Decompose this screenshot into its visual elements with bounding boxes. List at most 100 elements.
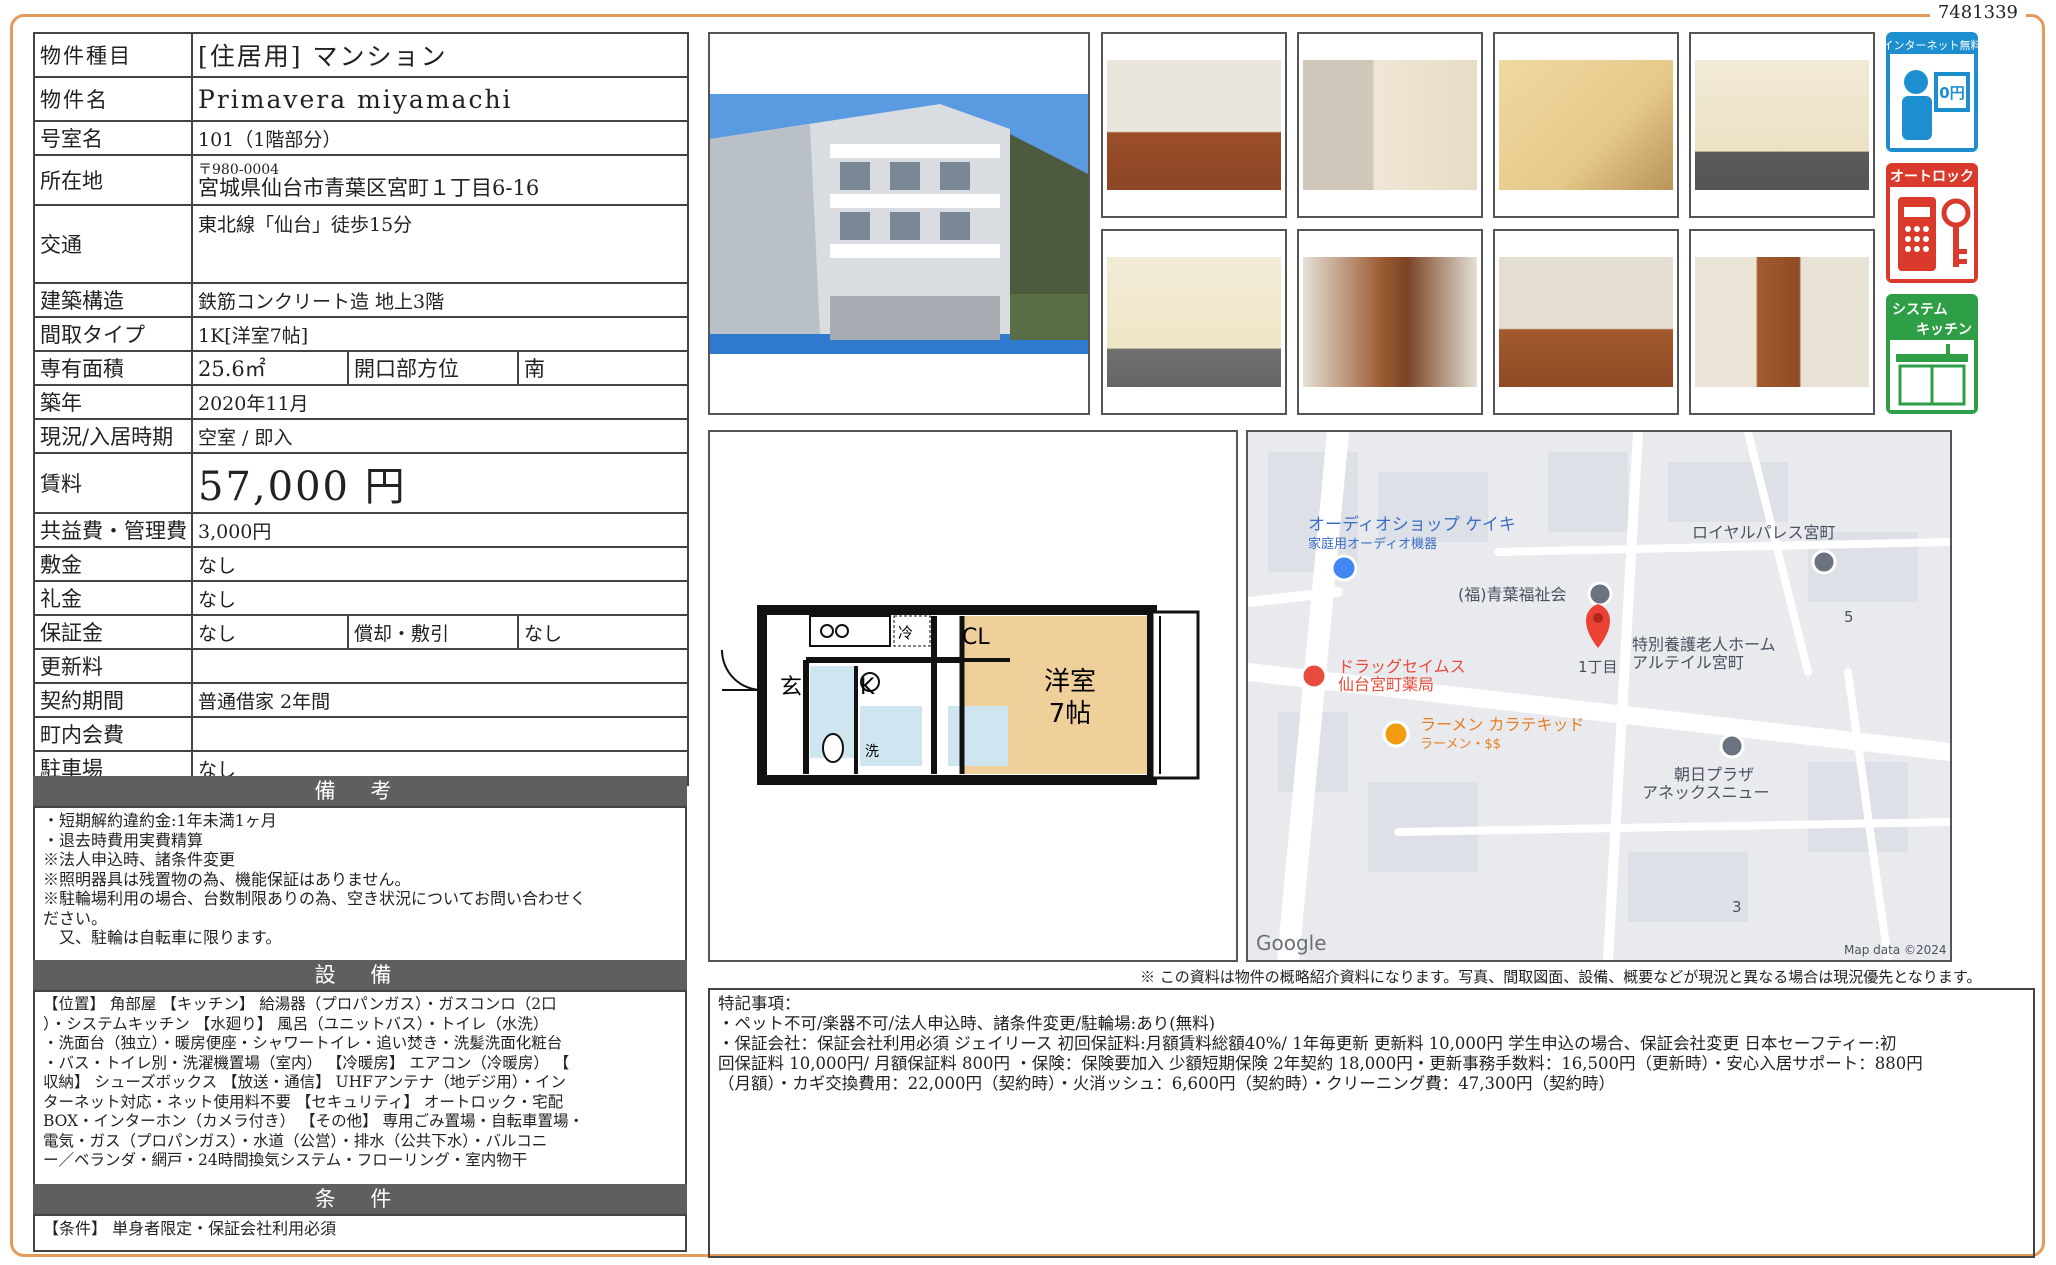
remarks-line: ・短期解約違約金:1年未満1ヶ月	[43, 811, 277, 830]
guarantee-value: なし	[191, 614, 349, 650]
map-attribution: Map data ©2024	[1844, 943, 1947, 957]
special-notes-line: ・保証会社：保証会社利用必須 ジェイリース 初回保証料:月額賃料総額40%/ 1…	[718, 1034, 1897, 1053]
equipment-line: ・バス・トイレ別・洗濯機置場（室内） 【冷暖房】 エアコン（冷暖房） 【	[43, 1053, 570, 1072]
room-photo	[1101, 32, 1287, 218]
address-label: 所在地	[33, 154, 193, 206]
kitchen-photo	[1297, 32, 1483, 218]
svg-text:アルテイル宮町: アルテイル宮町	[1632, 653, 1744, 672]
remarks-line: 又、駐輪は自転車に限ります。	[43, 928, 282, 947]
equipment-line: ターネット対応・ネット使用料不要 【セキュリティ】 オートロック・宅配	[43, 1092, 564, 1111]
washroom-photo	[1101, 229, 1287, 415]
remarks-line: ※駐輪場利用の場合、台数制限ありの為、空き状況についてお問い合わせく	[43, 889, 587, 908]
amort-value: なし	[517, 614, 689, 650]
kitchen-label: K	[860, 675, 875, 700]
bathroom-photo	[1493, 32, 1679, 218]
google-logo: Google	[1256, 931, 1327, 955]
hallway-photo	[1689, 229, 1875, 415]
type-value: [住居用] マンション	[191, 32, 689, 78]
status-value: 空室 / 即入	[191, 418, 689, 454]
special-notes-line: 特記事項：	[718, 994, 801, 1013]
svg-text:ラーメン・$$: ラーメン・$$	[1420, 737, 1501, 752]
svg-text:アネックスニュー: アネックスニュー	[1642, 783, 1770, 802]
living-room-photo	[1493, 229, 1679, 415]
area-value: 25.6㎡	[191, 350, 349, 386]
structure-label: 建築構造	[33, 282, 193, 318]
room-name-label: 洋室	[1044, 667, 1096, 697]
access-value: 東北線「仙台」徒歩15分	[191, 204, 689, 284]
community-value	[191, 716, 689, 752]
keymoney-label: 礼金	[33, 580, 193, 616]
address-value: 宮城県仙台市青葉区宮町１丁目6-16	[198, 175, 540, 200]
building-exterior-photo	[708, 32, 1090, 415]
auto-lock-title: オートロック	[1890, 169, 1974, 185]
equipment-header: 設 備	[33, 960, 687, 990]
remarks-line: ださい。	[43, 908, 108, 928]
property-table: 物件種目 [住居用] マンション 物件名 Primavera miyamachi…	[33, 32, 689, 786]
closet-label: CL	[962, 625, 990, 650]
built-value: 2020年11月	[191, 384, 689, 420]
svg-text:家庭用オーディオ機器: 家庭用オーディオ機器	[1308, 536, 1437, 552]
name-value: Primavera miyamachi	[191, 76, 689, 122]
remarks-line: ・退去時費用実費精算	[43, 830, 204, 850]
direction-value: 南	[517, 350, 689, 386]
deposit-label: 敷金	[33, 546, 193, 582]
internet-free-badge: 0円	[1939, 84, 1964, 102]
room-label: 号室名	[33, 120, 193, 156]
location-map: オーディオショップ ケイキ 家庭用オーディオ機器 (福)青葉福祉会 ロイヤルパレ…	[1246, 430, 1952, 962]
disclaimer: ※ この資料は物件の概略紹介資料になります。写真、間取図面、設備、概要などが現況…	[1140, 968, 1982, 986]
built-label: 築年	[33, 384, 193, 420]
svg-text:ロイヤルパレス宮町: ロイヤルパレス宮町	[1692, 523, 1836, 542]
floor-plan: 玄 K 冷 CL 洋室 7帖 洗	[708, 430, 1238, 962]
rent-label: 賃料	[33, 452, 193, 514]
renewal-label: 更新料	[33, 648, 193, 684]
special-notes-line: （月額）・カギ交換費用：22,000円（契約時）・火消ッシュ：6,600円（契約…	[718, 1074, 1615, 1093]
special-notes-line: ・ペット不可/楽器不可/法人申込時、諸条件変更/駐輪場:あり(無料)	[718, 1014, 1216, 1033]
conditions-line: 【条件】 単身者限定・保証会社利用必須	[43, 1219, 337, 1238]
fee-label: 共益費・管理費	[33, 512, 193, 548]
svg-text:ラーメン カラテキッド: ラーメン カラテキッド	[1420, 715, 1584, 734]
internet-free-icon: インターネット無料 0円	[1883, 32, 1982, 152]
fee-value: 3,000円	[191, 512, 689, 548]
equipment-line: 収納】 シューズボックス 【放送・通信】 UHFアンテナ（地デジ用）・イン	[43, 1073, 567, 1091]
deposit-value: なし	[191, 546, 689, 582]
svg-text:仙台宮町薬局: 仙台宮町薬局	[1338, 675, 1434, 694]
remarks-header: 備 考	[33, 776, 687, 806]
structure-value: 鉄筋コンクリート造 地上3階	[191, 282, 689, 318]
entrance-label: 玄	[780, 675, 802, 700]
contract-value: 普通借家 2年間	[191, 682, 689, 718]
name-label: 物件名	[33, 76, 193, 122]
contract-label: 契約期間	[33, 682, 193, 718]
system-kitchen-icon: システム キッチン	[1886, 294, 1978, 414]
special-notes-box: 特記事項： ・ペット不可/楽器不可/法人申込時、諸条件変更/駐輪場:あり(無料)…	[708, 988, 2035, 1258]
room-size-label: 7帖	[1049, 699, 1092, 729]
svg-text:システム: システム	[1892, 302, 1948, 318]
svg-text:特別養護老人ホーム: 特別養護老人ホーム	[1632, 635, 1776, 654]
laundry-label: 洗	[865, 744, 879, 760]
svg-text:ドラッグセイムス: ドラッグセイムス	[1338, 657, 1466, 676]
equipment-box: 【位置】 角部屋 【キッチン】 給湯器（プロパンガス）・ガスコンロ（2口 ）・シ…	[33, 990, 687, 1186]
layout-label: 間取タイプ	[33, 316, 193, 352]
layout-value: 1K[洋室7帖]	[191, 316, 689, 352]
svg-text:キッチン: キッチン	[1916, 322, 1972, 338]
equipment-line: 電気・ガス（プロパンガス）・水道（公営）・排水（公共下水）・バルコニ	[43, 1131, 548, 1150]
toilet-photo	[1689, 32, 1875, 218]
svg-text:オーディオショップ ケイキ: オーディオショップ ケイキ	[1308, 514, 1516, 535]
equipment-line: 【位置】 角部屋 【キッチン】 給湯器（プロパンガス）・ガスコンロ（2口	[43, 995, 557, 1013]
access-label: 交通	[33, 204, 193, 284]
fridge-label: 冷	[898, 624, 913, 642]
svg-text:(福)青葉福祉会: (福)青葉福祉会	[1458, 585, 1567, 604]
equipment-line: ）・システムキッチン 【水廻り】 風呂（ユニットバス）・トイレ（水洗）	[43, 1014, 549, 1033]
map-block-number: 3	[1732, 898, 1742, 916]
conditions-box: 【条件】 単身者限定・保証会社利用必須	[33, 1214, 687, 1252]
type-label: 物件種目	[33, 32, 193, 78]
remarks-line: ※法人申込時、諸条件変更	[43, 850, 236, 869]
renewal-value	[191, 648, 689, 684]
equipment-line: ・洗面台（独立）・暖房便座・シャワートイレ・追い焚き・洗髪洗面化粧台	[43, 1034, 563, 1052]
direction-label: 開口部方位	[347, 350, 519, 386]
special-notes-line: 回保証料 10,000円/ 月額保証料 800円 ・保険：保険要加入 少額短期保…	[718, 1054, 1923, 1073]
svg-text:朝日プラザ: 朝日プラザ	[1674, 765, 1754, 784]
equipment-line: BOX・インターホン（カメラ付き） 【その他】 専用ごみ置場・自転車置場・	[43, 1112, 585, 1130]
map-block-number: 5	[1844, 608, 1854, 626]
internet-free-title: インターネット無料	[1886, 38, 1978, 52]
svg-text:1丁目: 1丁目	[1578, 658, 1618, 676]
